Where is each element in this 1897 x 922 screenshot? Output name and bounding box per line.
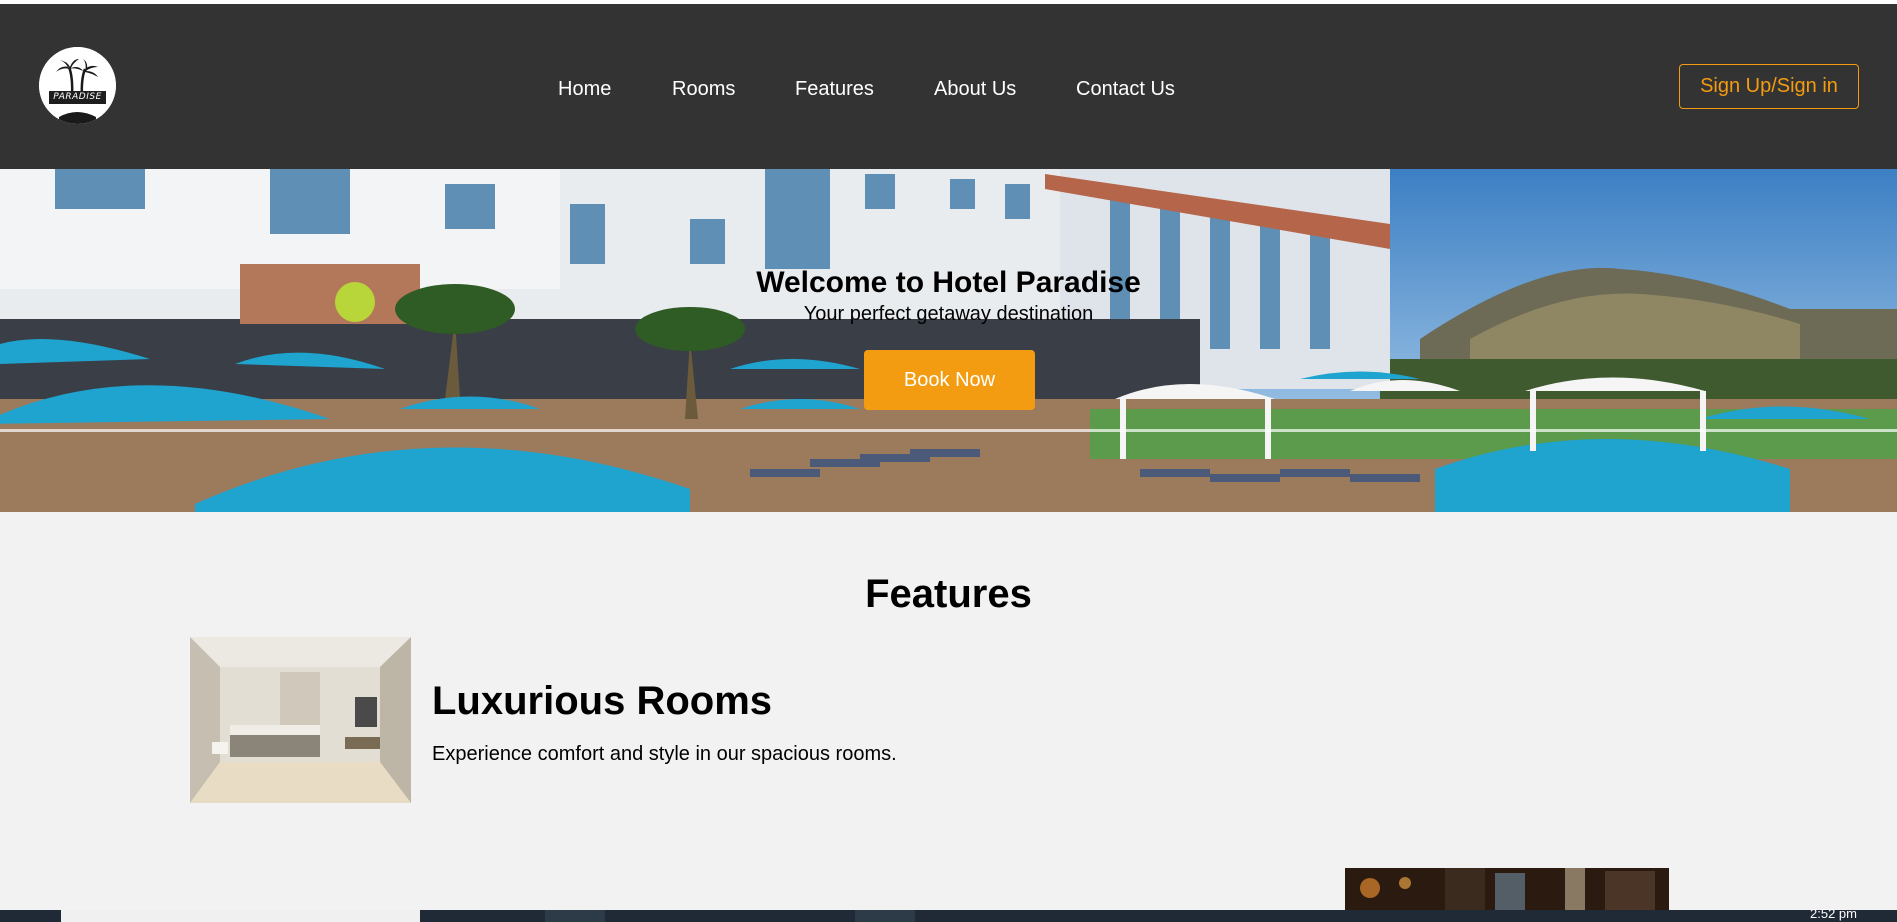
feature-image-restaurant: [1345, 868, 1669, 910]
feature-title-luxurious-rooms: Luxurious Rooms: [432, 679, 773, 723]
taskbar-search-box[interactable]: [61, 910, 420, 922]
features-heading: Features: [865, 572, 1032, 616]
hero-title: Welcome to Hotel Paradise: [756, 266, 1141, 299]
navbar: PARADISE Home Rooms Features About Us Co…: [0, 4, 1897, 169]
nav-link-features[interactable]: Features: [795, 74, 874, 104]
taskbar-clock: 2:52 pm: [1810, 906, 1857, 921]
main-nav: Home Rooms Features About Us Contact Us: [0, 74, 1897, 104]
nav-link-contact-us[interactable]: Contact Us: [1076, 74, 1175, 104]
nav-link-rooms[interactable]: Rooms: [672, 74, 735, 104]
taskbar-browser-icon[interactable]: [855, 910, 915, 922]
luxurious-room-image: [190, 637, 411, 803]
os-taskbar: 2:52 pm: [0, 906, 1897, 922]
nav-link-home[interactable]: Home: [558, 74, 611, 104]
book-now-button[interactable]: Book Now: [864, 350, 1035, 410]
hero-banner: Welcome to Hotel Paradise Your perfect g…: [0, 169, 1897, 512]
taskbar-app-icon[interactable]: [545, 910, 605, 922]
nav-link-about-us[interactable]: About Us: [934, 74, 1016, 104]
signup-signin-button[interactable]: Sign Up/Sign in: [1679, 64, 1859, 109]
hotel-pool-image: [0, 169, 1897, 512]
feature-description: Experience comfort and style in our spac…: [432, 743, 897, 765]
hero-subtitle: Your perfect getaway destination: [803, 303, 1094, 325]
